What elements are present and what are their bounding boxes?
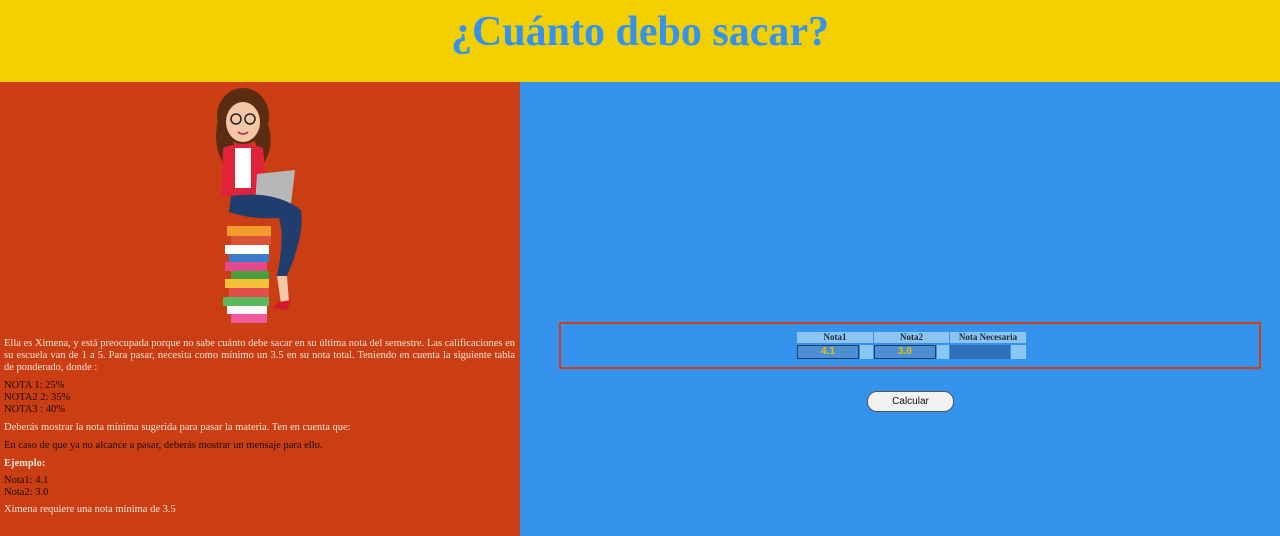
cell-spacer (937, 345, 949, 359)
nota-necesaria-output (950, 345, 1010, 359)
example-line-1: Nota1: 4.1 (4, 475, 49, 486)
instruction-paragraph: Deberás mostrar la nota mínima sugerida … (4, 422, 351, 433)
example-title: Ejemplo: (4, 458, 46, 469)
instructions-text: Ella es Ximena, y está preocupada porque… (4, 338, 515, 516)
nota1-input[interactable]: 4.1 (797, 345, 859, 359)
calcular-button[interactable]: Calcular (867, 391, 954, 412)
page-title: ¿Cuánto debo sacar? (450, 9, 830, 55)
cell-spacer (860, 345, 873, 359)
header-nota-necesaria: Nota Necesaria (950, 332, 1026, 343)
header-nota1: Nota1 (797, 332, 873, 343)
weight-3: NOTA3 : 40% (4, 404, 65, 415)
nota2-input[interactable]: 3.0 (874, 345, 936, 359)
header-nota2: Nota2 (874, 332, 949, 343)
weight-1: NOTA 1: 25% (4, 380, 65, 391)
calculator-panel: Nota1 Nota2 Nota Necesaria 4.1 3.0 Calcu… (520, 82, 1280, 536)
weight-2: NOTA2 2: 35% (4, 392, 71, 403)
warning-paragraph: En caso de que ya no alcance a pasar, de… (4, 440, 323, 451)
instructions-panel: Ella es Ximena, y está preocupada porque… (0, 82, 520, 536)
intro-paragraph: Ella es Ximena, y está preocupada porque… (4, 338, 515, 373)
example-result: Ximena requiere una nota mínima de 3.5 (4, 504, 176, 515)
page-header: ¿Cuánto debo sacar? (0, 0, 1280, 82)
cell-spacer (1011, 345, 1026, 359)
student-illustration (216, 88, 302, 323)
grades-table: Nota1 Nota2 Nota Necesaria 4.1 3.0 (559, 322, 1261, 369)
example-line-2: Nota2: 3.0 (4, 487, 49, 498)
